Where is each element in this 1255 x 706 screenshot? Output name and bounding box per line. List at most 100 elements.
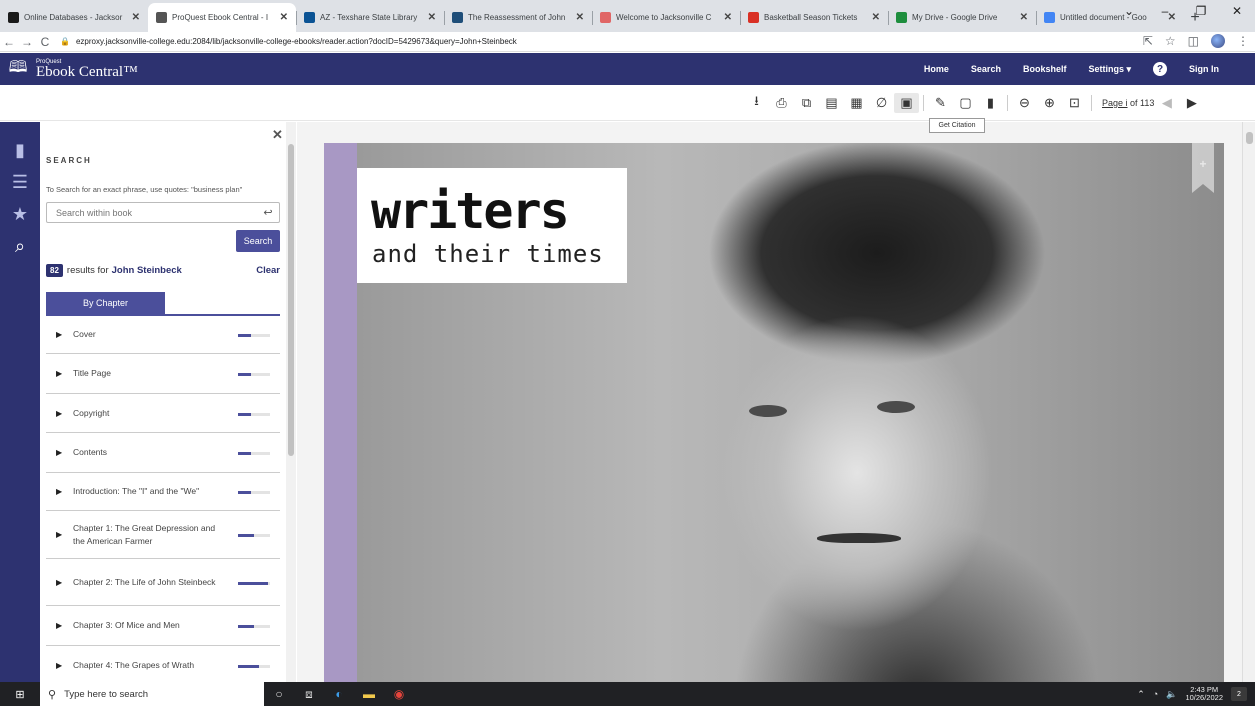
expand-triangle-icon[interactable]: ▶: [56, 409, 73, 418]
browser-tab[interactable]: Online Databases - Jacksor ✕: [0, 3, 148, 32]
nav-sign-in[interactable]: Sign In: [1189, 64, 1219, 74]
add-to-bookshelf-icon[interactable]: ▦: [844, 93, 869, 113]
chapter-result-item[interactable]: ▶ Chapter 2: The Life of John Steinbeck: [46, 559, 280, 606]
expand-triangle-icon[interactable]: ▶: [56, 369, 73, 378]
link-icon[interactable]: ∅: [869, 93, 894, 113]
close-window-button[interactable]: ✕: [1219, 0, 1255, 22]
next-page-icon[interactable]: ▶: [1179, 93, 1204, 113]
brand-logo[interactable]: ProQuest Ebook Central™: [36, 59, 138, 80]
page-number-link[interactable]: Page i: [1102, 98, 1128, 108]
restore-button[interactable]: ❐: [1183, 0, 1219, 22]
chapter-title: Chapter 4: The Grapes of Wrath: [73, 660, 195, 671]
close-tab-icon[interactable]: ✕: [576, 12, 584, 23]
search-input[interactable]: [47, 203, 257, 222]
browser-tab[interactable]: AZ - Texshare State Library ✕: [296, 3, 444, 32]
nav-home[interactable]: Home: [924, 64, 949, 74]
expand-triangle-icon[interactable]: ▶: [56, 578, 73, 587]
chapter-result-item[interactable]: ▶ Cover: [46, 316, 280, 354]
clock[interactable]: 2:43 PM 10/26/2022: [1185, 685, 1223, 703]
book-logo-icon[interactable]: 🕮: [0, 56, 36, 83]
print-pages-icon[interactable]: ▤: [819, 93, 844, 113]
share-icon[interactable]: ⇱: [1143, 34, 1153, 48]
copy-icon[interactable]: ⧉: [794, 93, 819, 113]
menu-icon[interactable]: ⋮: [1237, 34, 1249, 48]
minimize-button[interactable]: –: [1147, 0, 1183, 22]
enter-icon[interactable]: ↩: [257, 206, 279, 219]
annotations-star-icon[interactable]: ★: [0, 198, 40, 230]
close-tab-icon[interactable]: ✕: [1020, 12, 1028, 23]
close-tab-icon[interactable]: ✕: [428, 12, 436, 23]
chapter-result-item[interactable]: ▶ Contents: [46, 433, 280, 473]
star-icon[interactable]: ☆: [1165, 34, 1176, 48]
citation-icon[interactable]: ▣: [894, 93, 919, 113]
profile-avatar[interactable]: [1211, 34, 1225, 48]
chapter-result-item[interactable]: ▶ Title Page: [46, 354, 280, 394]
close-tab-icon[interactable]: ✕: [132, 12, 140, 23]
zoom-out-icon[interactable]: ⊖: [1012, 93, 1037, 113]
panel-scrollbar[interactable]: [286, 122, 296, 682]
expand-triangle-icon[interactable]: ▶: [56, 330, 73, 339]
highlight-icon[interactable]: ✎: [928, 93, 953, 113]
browser-tab[interactable]: Welcome to Jacksonville C ✕: [592, 3, 740, 32]
tab-title: My Drive - Google Drive: [912, 13, 998, 22]
fit-width-icon[interactable]: ⊡: [1062, 93, 1087, 113]
browser-tab[interactable]: The Reassessment of John ✕: [444, 3, 592, 32]
book-scrollbar-thumb[interactable]: [1246, 132, 1253, 144]
by-chapter-tab[interactable]: By Chapter: [46, 292, 165, 314]
edge-icon[interactable]: ◐: [324, 682, 354, 706]
forward-icon[interactable]: →: [18, 35, 36, 49]
taskbar-search-placeholder: Type here to search: [64, 688, 149, 700]
browser-tab[interactable]: My Drive - Google Drive ✕: [888, 3, 1036, 32]
expand-triangle-icon[interactable]: ▶: [56, 530, 73, 539]
note-icon[interactable]: ▢: [953, 93, 978, 113]
cortana-icon[interactable]: ○: [264, 682, 294, 706]
task-view-icon[interactable]: ⧈: [294, 682, 324, 706]
file-explorer-icon[interactable]: ▬: [354, 682, 384, 706]
print-icon[interactable]: ⎙: [769, 93, 794, 113]
reload-icon[interactable]: C: [36, 35, 54, 49]
back-icon[interactable]: ←: [0, 35, 18, 49]
close-panel-icon[interactable]: ✕: [272, 127, 283, 143]
chapter-result-item[interactable]: ▶ Introduction: The "I" and the "We": [46, 473, 280, 511]
close-tab-icon[interactable]: ✕: [280, 12, 288, 23]
nav-bookshelf[interactable]: Bookshelf: [1023, 64, 1067, 74]
notification-icon[interactable]: 2: [1231, 687, 1247, 701]
volume-icon[interactable]: 🔈: [1166, 689, 1177, 700]
tray-chevron-icon[interactable]: ⌃: [1137, 689, 1145, 700]
browser-tab[interactable]: Basketball Season Tickets ✕: [740, 3, 888, 32]
chapter-result-item[interactable]: ▶ Chapter 3: Of Mice and Men: [46, 606, 280, 646]
side-panel-icon[interactable]: ◫: [1188, 34, 1199, 48]
table-of-contents-icon[interactable]: ☰: [0, 166, 40, 198]
expand-triangle-icon[interactable]: ▶: [56, 448, 73, 457]
search-icon[interactable]: ⌕: [0, 230, 40, 262]
panel-scrollbar-thumb[interactable]: [288, 144, 294, 456]
nav-search[interactable]: Search: [971, 64, 1001, 74]
close-tab-icon[interactable]: ✕: [724, 12, 732, 23]
expand-triangle-icon[interactable]: ▶: [56, 621, 73, 630]
search-button[interactable]: Search: [236, 230, 280, 252]
expand-triangle-icon[interactable]: ▶: [56, 661, 73, 670]
help-icon[interactable]: ?: [1153, 62, 1167, 76]
relevance-bar: [238, 534, 270, 537]
network-icon[interactable]: ◔: [1153, 689, 1158, 699]
zoom-in-icon[interactable]: ⊕: [1037, 93, 1062, 113]
nav-settings[interactable]: Settings ▾: [1088, 64, 1131, 75]
close-tab-icon[interactable]: ✕: [872, 12, 880, 23]
chrome-icon[interactable]: ◉: [384, 682, 414, 706]
expand-triangle-icon[interactable]: ▶: [56, 487, 73, 496]
url-field[interactable]: 🔒 ezproxy.jacksonville-college.edu:2084/…: [60, 33, 1160, 51]
taskbar-search[interactable]: ⚲ Type here to search: [40, 682, 264, 706]
chapter-result-item[interactable]: ▶ Chapter 4: The Grapes of Wrath: [46, 646, 280, 682]
browser-tab[interactable]: ProQuest Ebook Central - I ✕: [148, 3, 296, 32]
book-scrollbar[interactable]: [1242, 122, 1255, 682]
bookmark-icon[interactable]: ▮: [978, 93, 1003, 113]
tab-search-icon[interactable]: ⌄: [1111, 0, 1147, 22]
download-icon[interactable]: ⭳: [744, 93, 769, 113]
windows-start-icon[interactable]: ⊞: [0, 682, 40, 706]
book-details-icon[interactable]: ▮: [0, 134, 40, 166]
relevance-bar: [238, 625, 270, 628]
chapter-result-item[interactable]: ▶ Chapter 1: The Great Depression and the…: [46, 511, 280, 559]
clear-results-link[interactable]: Clear: [256, 265, 280, 276]
previous-page-icon[interactable]: ◀: [1154, 93, 1179, 113]
chapter-result-item[interactable]: ▶ Copyright: [46, 394, 280, 433]
